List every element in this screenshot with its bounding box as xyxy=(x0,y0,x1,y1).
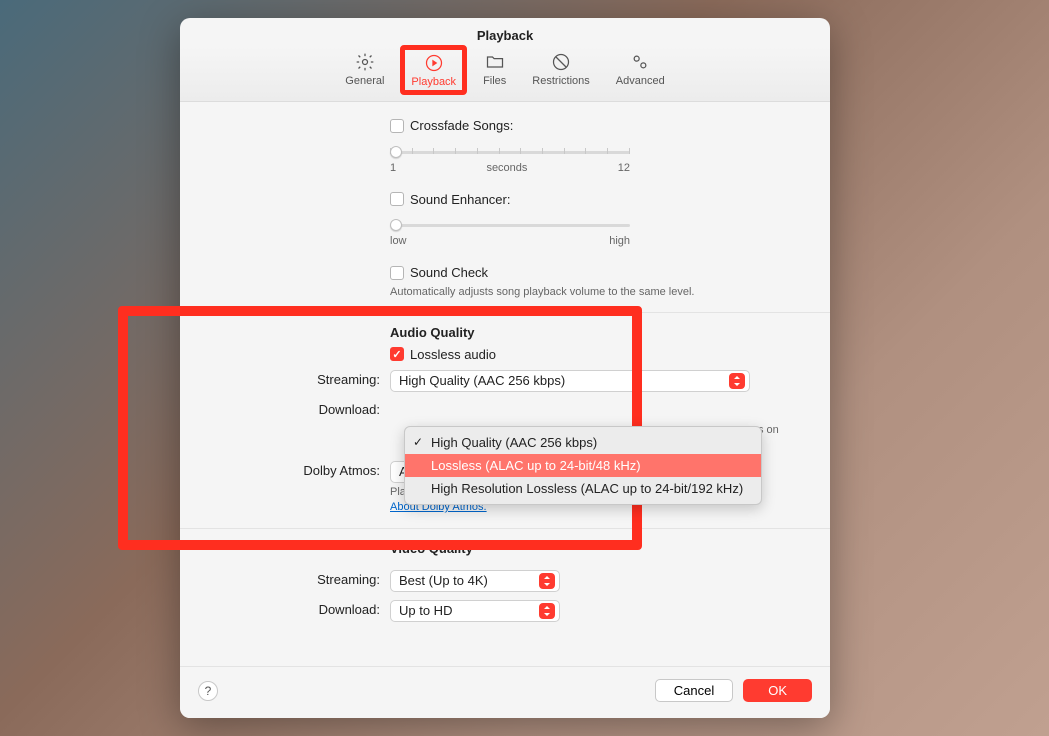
soundcheck-desc: Automatically adjusts song playback volu… xyxy=(390,285,800,300)
video-download-value: Up to HD xyxy=(399,603,452,618)
checkbox-icon xyxy=(390,266,404,280)
enhancer-slider[interactable] xyxy=(390,217,630,233)
check-icon: ✓ xyxy=(413,435,423,449)
select-arrows-icon xyxy=(729,373,745,389)
dolby-label: Dolby Atmos: xyxy=(210,461,390,478)
soundcheck-label: Sound Check xyxy=(410,265,488,280)
enhancer-low: low xyxy=(390,235,407,247)
preferences-window: Playback General Playback Files Restrict… xyxy=(180,18,830,718)
checkbox-icon xyxy=(390,119,404,133)
dropdown-option-lossless[interactable]: Lossless (ALAC up to 24-bit/48 kHz) xyxy=(405,454,761,477)
download-label: Download: xyxy=(210,400,390,417)
tab-general[interactable]: General xyxy=(341,49,388,91)
tab-advanced[interactable]: Advanced xyxy=(612,49,669,91)
enhancer-checkbox[interactable]: Sound Enhancer: xyxy=(390,192,510,207)
ok-button[interactable]: OK xyxy=(743,679,812,702)
cancel-button[interactable]: Cancel xyxy=(655,679,733,702)
crossfade-unit: seconds xyxy=(486,162,527,174)
enhancer-label: Sound Enhancer: xyxy=(410,192,510,207)
crossfade-max: 12 xyxy=(618,162,630,174)
download-dropdown-menu: ✓ High Quality (AAC 256 kbps) Lossless (… xyxy=(404,426,762,505)
no-icon xyxy=(550,51,572,73)
footer: ? Cancel OK xyxy=(180,666,830,718)
video-streaming-select[interactable]: Best (Up to 4K) xyxy=(390,570,560,592)
tab-files-label: Files xyxy=(483,75,506,87)
tab-playback-label: Playback xyxy=(411,76,456,88)
lossless-label: Lossless audio xyxy=(410,347,496,362)
audio-quality-heading: Audio Quality xyxy=(390,325,800,340)
crossfade-label: Crossfade Songs: xyxy=(410,118,513,133)
tab-files[interactable]: Files xyxy=(479,49,510,91)
folder-icon xyxy=(484,51,506,73)
tab-restrictions[interactable]: Restrictions xyxy=(528,49,593,91)
video-download-label: Download: xyxy=(210,600,390,617)
content-area: Crossfade Songs: 1 seconds 12 xyxy=(180,102,830,682)
dropdown-option-high-quality[interactable]: ✓ High Quality (AAC 256 kbps) xyxy=(405,431,761,454)
crossfade-min: 1 xyxy=(390,162,396,174)
soundcheck-checkbox[interactable]: Sound Check xyxy=(390,265,488,280)
gear-icon xyxy=(354,51,376,73)
select-arrows-icon xyxy=(539,603,555,619)
video-streaming-value: Best (Up to 4K) xyxy=(399,573,488,588)
preferences-toolbar: General Playback Files Restrictions Adva… xyxy=(180,47,830,102)
tab-restrictions-label: Restrictions xyxy=(532,75,589,87)
tab-playback[interactable]: Playback xyxy=(400,45,467,95)
window-title: Playback xyxy=(180,18,830,47)
video-download-select[interactable]: Up to HD xyxy=(390,600,560,622)
video-quality-heading: Video Quality xyxy=(390,541,800,556)
dropdown-option-hires-lossless[interactable]: High Resolution Lossless (ALAC up to 24-… xyxy=(405,477,761,500)
checkbox-checked-icon: ✓ xyxy=(390,347,404,361)
tab-advanced-label: Advanced xyxy=(616,75,665,87)
streaming-label: Streaming: xyxy=(210,370,390,387)
lossless-checkbox[interactable]: ✓ Lossless audio xyxy=(390,347,496,362)
streaming-select[interactable]: High Quality (AAC 256 kbps) xyxy=(390,370,750,392)
enhancer-high: high xyxy=(609,235,630,247)
play-icon xyxy=(423,52,445,74)
select-arrows-icon xyxy=(539,573,555,589)
tab-general-label: General xyxy=(345,75,384,87)
gears-icon xyxy=(629,51,651,73)
help-button[interactable]: ? xyxy=(198,681,218,701)
crossfade-checkbox[interactable]: Crossfade Songs: xyxy=(390,118,513,133)
crossfade-slider[interactable] xyxy=(390,144,630,160)
video-streaming-label: Streaming: xyxy=(210,570,390,587)
streaming-value: High Quality (AAC 256 kbps) xyxy=(399,373,565,388)
checkbox-icon xyxy=(390,192,404,206)
